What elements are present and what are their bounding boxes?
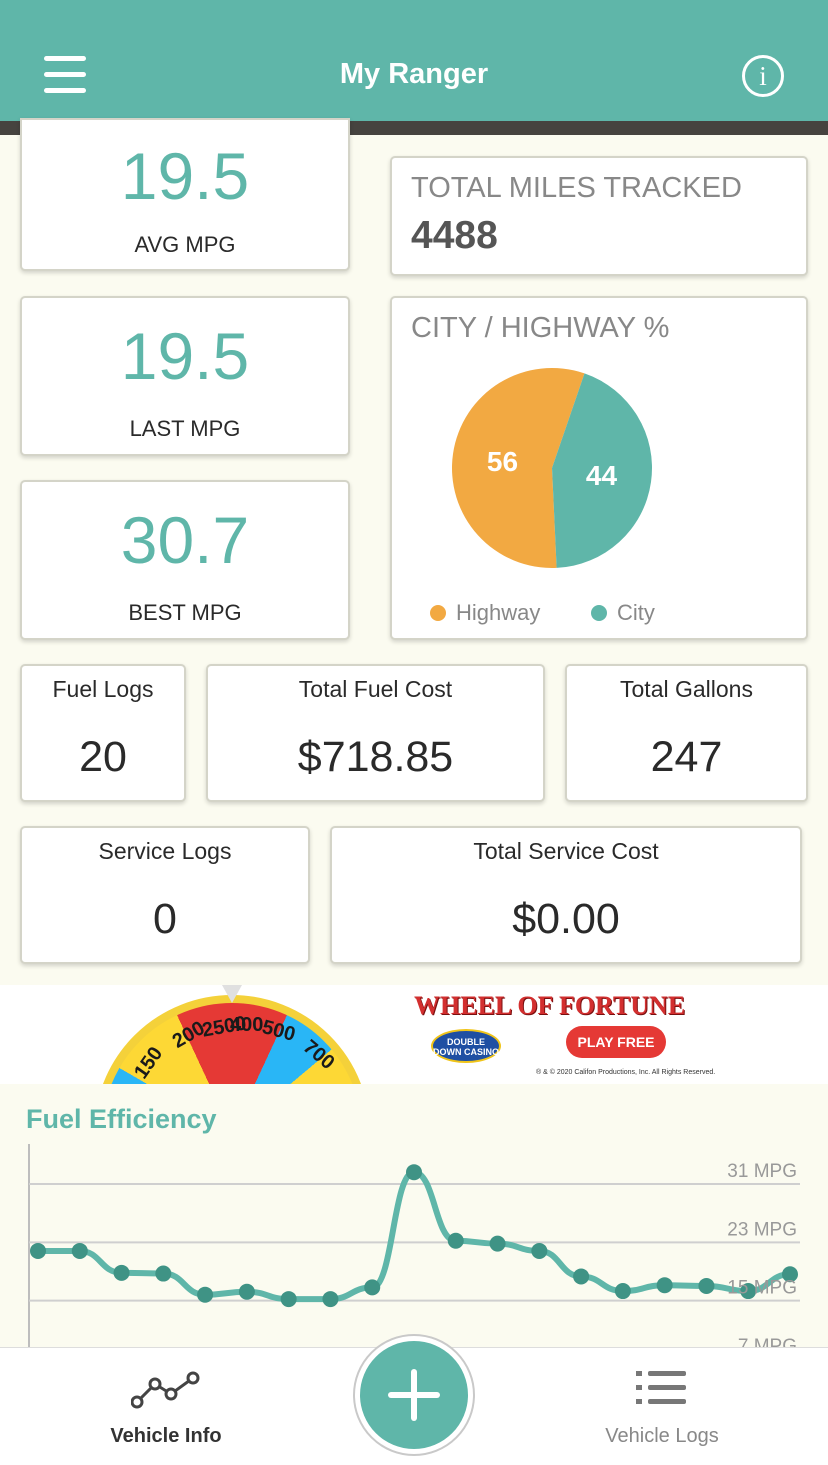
wheel-pointer-icon: [222, 985, 242, 1003]
info-icon[interactable]: i: [742, 55, 784, 97]
add-log-button[interactable]: [353, 1334, 475, 1456]
wheel-number: 500: [259, 1016, 298, 1046]
legend-dot-highway: [430, 605, 446, 621]
data-point[interactable]: [573, 1268, 590, 1285]
fuel-logs-card[interactable]: Fuel Logs 20: [20, 664, 186, 802]
series-line-mpg: [35, 1169, 793, 1303]
best-mpg-value: 30.7: [120, 503, 250, 577]
data-point[interactable]: [656, 1277, 673, 1294]
last-mpg-value: 19.5: [120, 319, 250, 393]
legend-label-highway: Highway: [456, 600, 541, 625]
nav-vehicle-info[interactable]: Vehicle Info: [36, 1348, 296, 1465]
data-point[interactable]: [197, 1286, 214, 1303]
avg-mpg-value: 19.5: [120, 139, 250, 213]
last-mpg-card: 19.5 LAST MPG: [20, 296, 350, 456]
y-tick-label: 23 MPG: [727, 1219, 797, 1240]
pie-label-highway: 56: [487, 446, 518, 477]
total-service-cost-card: Total Service Cost $0.00: [330, 826, 802, 964]
legend-dot-city: [591, 605, 607, 621]
data-point[interactable]: [531, 1242, 548, 1259]
service-logs-label: Service Logs: [98, 838, 232, 864]
total-fuel-cost-value: $718.85: [297, 733, 454, 781]
service-logs-card[interactable]: Service Logs 0: [20, 826, 310, 964]
data-point[interactable]: [155, 1265, 172, 1282]
avg-mpg-card: 19.5 AVG MPG: [20, 118, 350, 271]
best-mpg-label: BEST MPG: [128, 600, 242, 625]
line-chart-icon: [131, 1371, 200, 1409]
data-point[interactable]: [238, 1283, 255, 1300]
data-point[interactable]: [280, 1291, 297, 1308]
data-point[interactable]: [406, 1164, 422, 1181]
data-point[interactable]: [364, 1279, 381, 1296]
data-point[interactable]: [698, 1277, 715, 1294]
service-logs-value: 0: [153, 895, 177, 943]
ad-play-free-button[interactable]: PLAY FREE: [566, 1026, 666, 1058]
total-fuel-cost-label: Total Fuel Cost: [298, 676, 453, 702]
data-point[interactable]: [113, 1264, 130, 1281]
fuel-efficiency-chart: 31 MPG23 MPG15 MPG7 MPG: [28, 1144, 800, 1348]
y-tick-label: 31 MPG: [727, 1161, 797, 1182]
app-header: My Ranger i: [0, 0, 828, 121]
data-point[interactable]: [71, 1242, 88, 1259]
fuel-efficiency-title: Fuel Efficiency: [26, 1104, 217, 1134]
total-gallons-label: Total Gallons: [620, 676, 753, 702]
ad-title: WHEEL OF FORTUNE: [414, 991, 686, 1020]
fuel-logs-label: Fuel Logs: [52, 676, 154, 702]
best-mpg-card: 30.7 BEST MPG: [20, 480, 350, 640]
total-miles-card: TOTAL MILES TRACKED 4488: [390, 156, 808, 276]
data-point[interactable]: [447, 1232, 464, 1249]
total-fuel-cost-card: Total Fuel Cost $718.85: [206, 664, 545, 802]
last-mpg-label: LAST MPG: [129, 416, 241, 441]
total-service-cost-value: $0.00: [512, 895, 620, 943]
nav-vehicle-info-label: Vehicle Info: [110, 1425, 222, 1447]
nav-vehicle-logs[interactable]: Vehicle Logs: [532, 1348, 792, 1465]
page-title: My Ranger: [339, 58, 489, 90]
double-down-logo: DOUBLE DOWN CASINO: [431, 1029, 501, 1063]
total-miles-value: 4488: [411, 214, 498, 257]
data-point[interactable]: [489, 1235, 506, 1252]
legend-highway[interactable]: Highway: [430, 600, 540, 626]
data-point[interactable]: [30, 1242, 46, 1259]
total-gallons-value: 247: [650, 733, 723, 781]
nav-vehicle-logs-label: Vehicle Logs: [605, 1425, 719, 1447]
total-gallons-card: Total Gallons 247: [565, 664, 808, 802]
wheel-number: 700: [298, 1035, 339, 1075]
wheel-number: 150: [130, 1043, 168, 1083]
data-point[interactable]: [322, 1291, 339, 1308]
ad-banner[interactable]: 150 200 2500 400 500 700 WHEEL OF FORTUN…: [0, 985, 828, 1084]
y-tick-label: 15 MPG: [727, 1278, 797, 1299]
list-icon: [636, 1371, 686, 1404]
fortune-wheel-image: 150 200 2500 400 500 700: [94, 995, 370, 1084]
city-highway-card: CITY / HIGHWAY % 56 44 Highway City: [390, 296, 808, 640]
wheel-number: 400: [230, 1014, 264, 1036]
fuel-logs-value: 20: [79, 733, 127, 781]
avg-mpg-label: AVG MPG: [134, 232, 236, 257]
legend-city[interactable]: City: [591, 600, 655, 626]
total-service-cost-label: Total Service Cost: [473, 838, 659, 864]
pie-label-city: 44: [586, 460, 618, 491]
city-highway-pie-chart: 56 44: [451, 368, 652, 568]
chart-grid: [29, 1183, 800, 1302]
plus-icon: [360, 1341, 468, 1449]
total-miles-label: TOTAL MILES TRACKED: [411, 172, 742, 204]
legend-label-city: City: [617, 600, 655, 625]
chart-y-ticks: 31 MPG23 MPG15 MPG7 MPG: [727, 1161, 797, 1348]
data-point[interactable]: [614, 1283, 631, 1300]
ad-legal-text: ® & © 2020 Califon Productions, Inc. All…: [536, 1069, 716, 1076]
